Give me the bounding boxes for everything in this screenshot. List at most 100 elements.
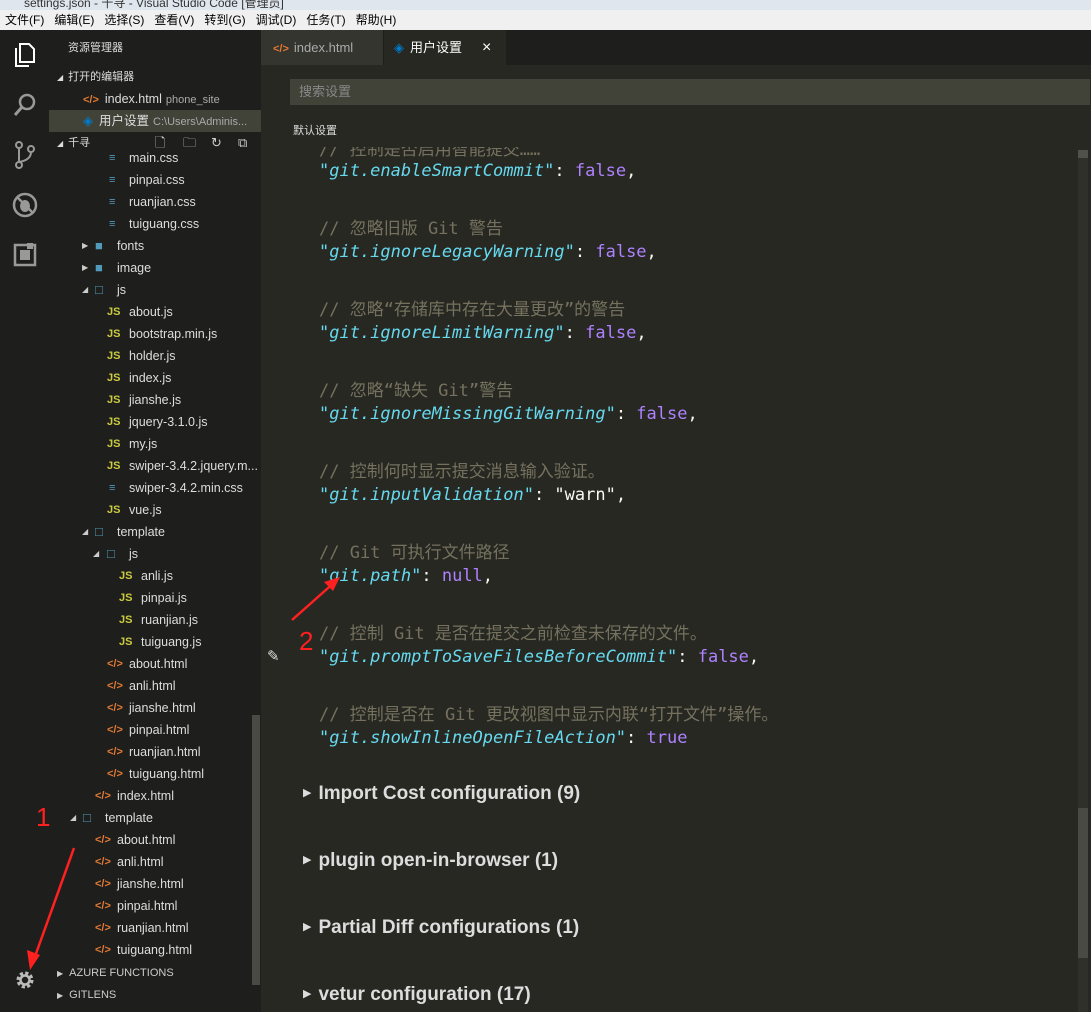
tree-item[interactable]: JS anli.js xyxy=(49,565,261,587)
html-file-icon: </> xyxy=(95,856,111,868)
js-file-icon: JS xyxy=(119,570,133,582)
menu-selection[interactable]: 选择(S) xyxy=(99,10,149,30)
annotation-number-2: 2 xyxy=(299,626,314,656)
chevron-right-icon: ▶ xyxy=(303,988,312,1000)
menu-help[interactable]: 帮助(H) xyxy=(351,10,402,30)
source-control-icon[interactable] xyxy=(0,133,49,177)
tree-folder[interactable]: ▶ ■ fonts xyxy=(49,235,261,257)
tree-item[interactable]: ≡ main.css xyxy=(49,147,261,169)
tree-item[interactable]: JS bootstrap.min.js xyxy=(49,323,261,345)
tree-item[interactable]: </> anli.html xyxy=(49,675,261,697)
tree-item[interactable]: JS holder.js xyxy=(49,345,261,367)
tree-item[interactable]: JS swiper-3.4.2.jquery.m... xyxy=(49,455,261,477)
tree-item[interactable]: JS jianshe.js xyxy=(49,389,261,411)
tree-item[interactable]: </> anli.html xyxy=(49,851,261,873)
tab-index-html[interactable]: </> index.html xyxy=(261,30,383,65)
tree-item[interactable]: JS about.js xyxy=(49,301,261,323)
open-editors-header[interactable]: ◢ 打开的编辑器 xyxy=(49,66,261,88)
settings-group-open-in-browser[interactable]: ▶ plugin open-in-browser (1) xyxy=(303,850,558,872)
chevron-right-icon: ▶ xyxy=(303,921,312,933)
search-settings-input[interactable]: 搜索设置 xyxy=(290,79,1090,105)
code-comment: // 控制 Git 是否在提交之前检查未保存的文件。 xyxy=(319,624,707,644)
folder-open-icon: □ xyxy=(95,524,103,539)
settings-group-partial-diff[interactable]: ▶ Partial Diff configurations (1) xyxy=(303,917,579,939)
tree-item[interactable]: </> tuiguang.html xyxy=(49,763,261,785)
edit-pencil-icon[interactable]: ✎ xyxy=(267,647,280,665)
azure-functions-header[interactable]: ▶ AZURE FUNCTIONS xyxy=(49,962,261,984)
tree-item[interactable]: </> ruanjian.html xyxy=(49,741,261,763)
tree-item[interactable]: JS pinpai.js xyxy=(49,587,261,609)
tree-item[interactable]: ≡ swiper-3.4.2.min.css xyxy=(49,477,261,499)
chevron-down-icon: ◢ xyxy=(82,285,89,294)
tree-item[interactable]: ≡ ruanjian.css xyxy=(49,191,261,213)
search-icon[interactable] xyxy=(0,83,49,127)
tree-item[interactable]: </> about.html xyxy=(49,653,261,675)
tab-user-settings[interactable]: ◈ 用户设置 × xyxy=(384,30,506,65)
tree-item[interactable]: JS my.js xyxy=(49,433,261,455)
tree-folder[interactable]: ◢ □ js xyxy=(49,543,261,565)
menu-file[interactable]: 文件(F) xyxy=(0,10,49,30)
close-icon[interactable]: × xyxy=(482,30,491,65)
tree-item[interactable]: </> about.html xyxy=(49,829,261,851)
tree-item[interactable]: JS jquery-3.1.0.js xyxy=(49,411,261,433)
chevron-right-icon: ▶ xyxy=(82,241,89,250)
sidebar-scrollbar[interactable] xyxy=(252,715,260,985)
settings-gear-icon[interactable] xyxy=(0,958,49,1002)
js-file-icon: JS xyxy=(107,328,121,340)
extensions-icon[interactable] xyxy=(0,233,49,277)
settings-group-vetur[interactable]: ▶ vetur configuration (17) xyxy=(303,984,531,1006)
code-line: "git.ignoreLimitWarning": false, xyxy=(319,323,647,343)
css-file-icon: ≡ xyxy=(109,152,116,164)
gitlens-header[interactable]: ▶ GITLENS xyxy=(49,984,261,1006)
tree-item[interactable]: </> ruanjian.html xyxy=(49,917,261,939)
tree-item[interactable]: ≡ pinpai.css xyxy=(49,169,261,191)
menu-bar: 文件(F) 编辑(E) 选择(S) 查看(V) 转到(G) 调试(D) 任务(T) 帮助(H) xyxy=(0,10,1091,31)
menu-go[interactable]: 转到(G) xyxy=(199,10,250,30)
tree-item[interactable]: </> pinpai.html xyxy=(49,895,261,917)
css-file-icon: ≡ xyxy=(109,218,116,230)
tree-item[interactable]: JS ruanjian.js xyxy=(49,609,261,631)
sidebar-bottom-sections: ▶ AZURE FUNCTIONS ▶ GITLENS xyxy=(49,962,261,1006)
tree-item[interactable]: </> index.html xyxy=(49,785,261,807)
scrollbar-thumb[interactable] xyxy=(1078,808,1088,958)
code-line: "git.inputValidation": "warn", xyxy=(319,485,627,505)
folder-open-icon: □ xyxy=(107,546,115,561)
tree-item[interactable]: </> pinpai.html xyxy=(49,719,261,741)
menu-debug[interactable]: 调试(D) xyxy=(251,10,302,30)
code-comment: // 忽略“缺失 Git”警告 xyxy=(319,381,514,401)
scrollbar-top-marker xyxy=(1078,150,1088,158)
folder-open-icon: □ xyxy=(95,282,103,297)
tree-folder[interactable]: ◢ □ template xyxy=(49,807,261,829)
explorer-icon[interactable] xyxy=(0,33,49,77)
code-comment: // 忽略旧版 Git 警告 xyxy=(319,219,503,239)
js-file-icon: JS xyxy=(119,614,133,626)
tree-item[interactable]: JS tuiguang.js xyxy=(49,631,261,653)
editor-scrollbar[interactable] xyxy=(1078,150,1088,1012)
vscode-file-icon: ◈ xyxy=(394,40,404,55)
tree-item[interactable]: JS index.js xyxy=(49,367,261,389)
open-editor-item[interactable]: ◈ 用户设置 C:\Users\Adminis... xyxy=(49,110,261,132)
tree-folder[interactable]: ◢ □ js xyxy=(49,279,261,301)
html-file-icon: </> xyxy=(95,900,111,912)
code-comment: // 控制何时显示提交消息输入验证。 xyxy=(319,462,605,482)
menu-edit[interactable]: 编辑(E) xyxy=(49,10,99,30)
tree-item[interactable]: </> jianshe.html xyxy=(49,697,261,719)
html-file-icon: </> xyxy=(273,43,289,55)
html-file-icon: </> xyxy=(107,724,123,736)
tree-folder[interactable]: ◢ □ template xyxy=(49,521,261,543)
settings-group-import-cost[interactable]: ▶ Import Cost configuration (9) xyxy=(303,783,580,805)
tree-item[interactable]: ≡ tuiguang.css xyxy=(49,213,261,235)
tree-item[interactable]: </> jianshe.html xyxy=(49,873,261,895)
chevron-right-icon: ▶ xyxy=(303,787,312,799)
menu-view[interactable]: 查看(V) xyxy=(149,10,199,30)
html-file-icon: </> xyxy=(95,922,111,934)
tree-item[interactable]: JS vue.js xyxy=(49,499,261,521)
open-editor-item[interactable]: </> index.html phone_site xyxy=(49,88,261,110)
js-file-icon: JS xyxy=(107,350,121,362)
tree-item[interactable]: </> tuiguang.html xyxy=(49,939,261,961)
tree-folder[interactable]: ▶ ■ image xyxy=(49,257,261,279)
debug-icon[interactable] xyxy=(0,183,49,227)
html-file-icon: </> xyxy=(95,944,111,956)
code-comment: // 控制是否在 Git 更改视图中显示内联“打开文件”操作。 xyxy=(319,705,779,725)
menu-tasks[interactable]: 任务(T) xyxy=(301,10,350,30)
